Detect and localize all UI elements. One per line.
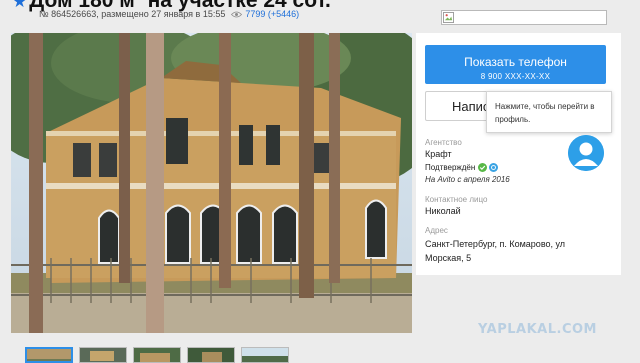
main-listing-photo[interactable] xyxy=(11,33,412,333)
listing-page: ★ Дом 180 м² на участке 24 сот. № 864526… xyxy=(0,0,640,363)
photo-thumbnails xyxy=(25,347,289,363)
verified-email-icon xyxy=(489,163,499,172)
agency-label: Агентство xyxy=(425,138,462,147)
agency-name-link[interactable]: Крафт xyxy=(425,149,452,159)
thumbnail-image xyxy=(188,348,234,362)
verified-phone-icon xyxy=(478,163,488,172)
verified-label: Подтверждён xyxy=(425,163,476,172)
member-since: На Avito с апреля 2016 xyxy=(425,175,510,184)
views-counter: 7799 (+5446) xyxy=(245,9,300,19)
thumbnail[interactable] xyxy=(187,347,235,363)
profile-tooltip: Нажмите, чтобы перейти в профиль. xyxy=(486,91,612,133)
thumbnail-image xyxy=(242,348,288,362)
masked-phone-number: 8 900 XXX-XX-XX xyxy=(480,71,551,81)
thumbnail[interactable] xyxy=(133,347,181,363)
contact-person-label: Контактное лицо xyxy=(425,195,488,204)
site-watermark: YAPLAKAL.COM xyxy=(478,322,597,337)
thumbnail[interactable] xyxy=(241,347,289,363)
favorite-star-icon[interactable]: ★ xyxy=(12,0,27,10)
listing-meta: № 864526663, размещено 27 января в 15:55… xyxy=(39,9,299,19)
house-photo xyxy=(11,33,412,333)
seller-avatar[interactable] xyxy=(568,135,604,171)
show-phone-label: Показать телефон xyxy=(464,54,567,69)
show-phone-button[interactable]: Показать телефон 8 900 XXX-XX-XX xyxy=(425,45,606,84)
user-silhouette-icon xyxy=(568,135,604,171)
thumbnail[interactable] xyxy=(25,347,73,363)
verified-row: Подтверждён xyxy=(425,163,499,172)
address-value: Санкт-Петербург, п. Комарово, ул Морская… xyxy=(425,239,566,263)
eye-icon xyxy=(231,11,243,17)
address-label: Адрес xyxy=(425,226,448,235)
broken-image-placeholder xyxy=(441,10,607,25)
thumbnail-image xyxy=(80,348,126,362)
thumbnail-image xyxy=(134,348,180,362)
contact-person-name: Николай xyxy=(425,206,461,216)
thumbnail[interactable] xyxy=(79,347,127,363)
broken-image-icon xyxy=(443,12,454,23)
listing-number-date: № 864526663, размещено 27 января в 15:55 xyxy=(39,9,226,19)
thumbnail-image xyxy=(27,349,71,361)
